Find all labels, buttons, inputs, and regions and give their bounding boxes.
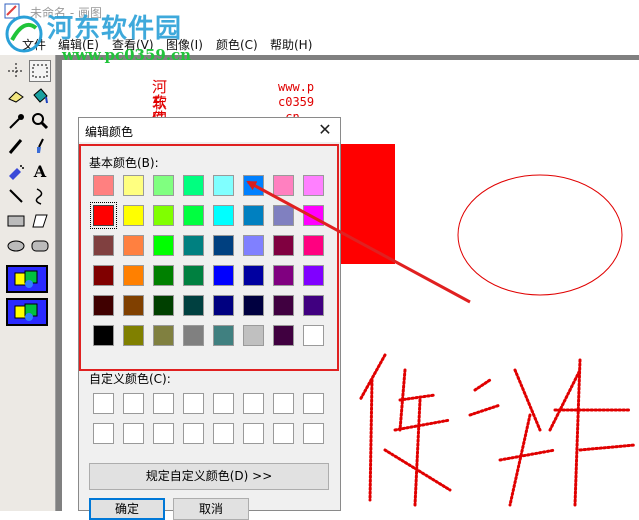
annotation-arrow bbox=[246, 180, 471, 304]
